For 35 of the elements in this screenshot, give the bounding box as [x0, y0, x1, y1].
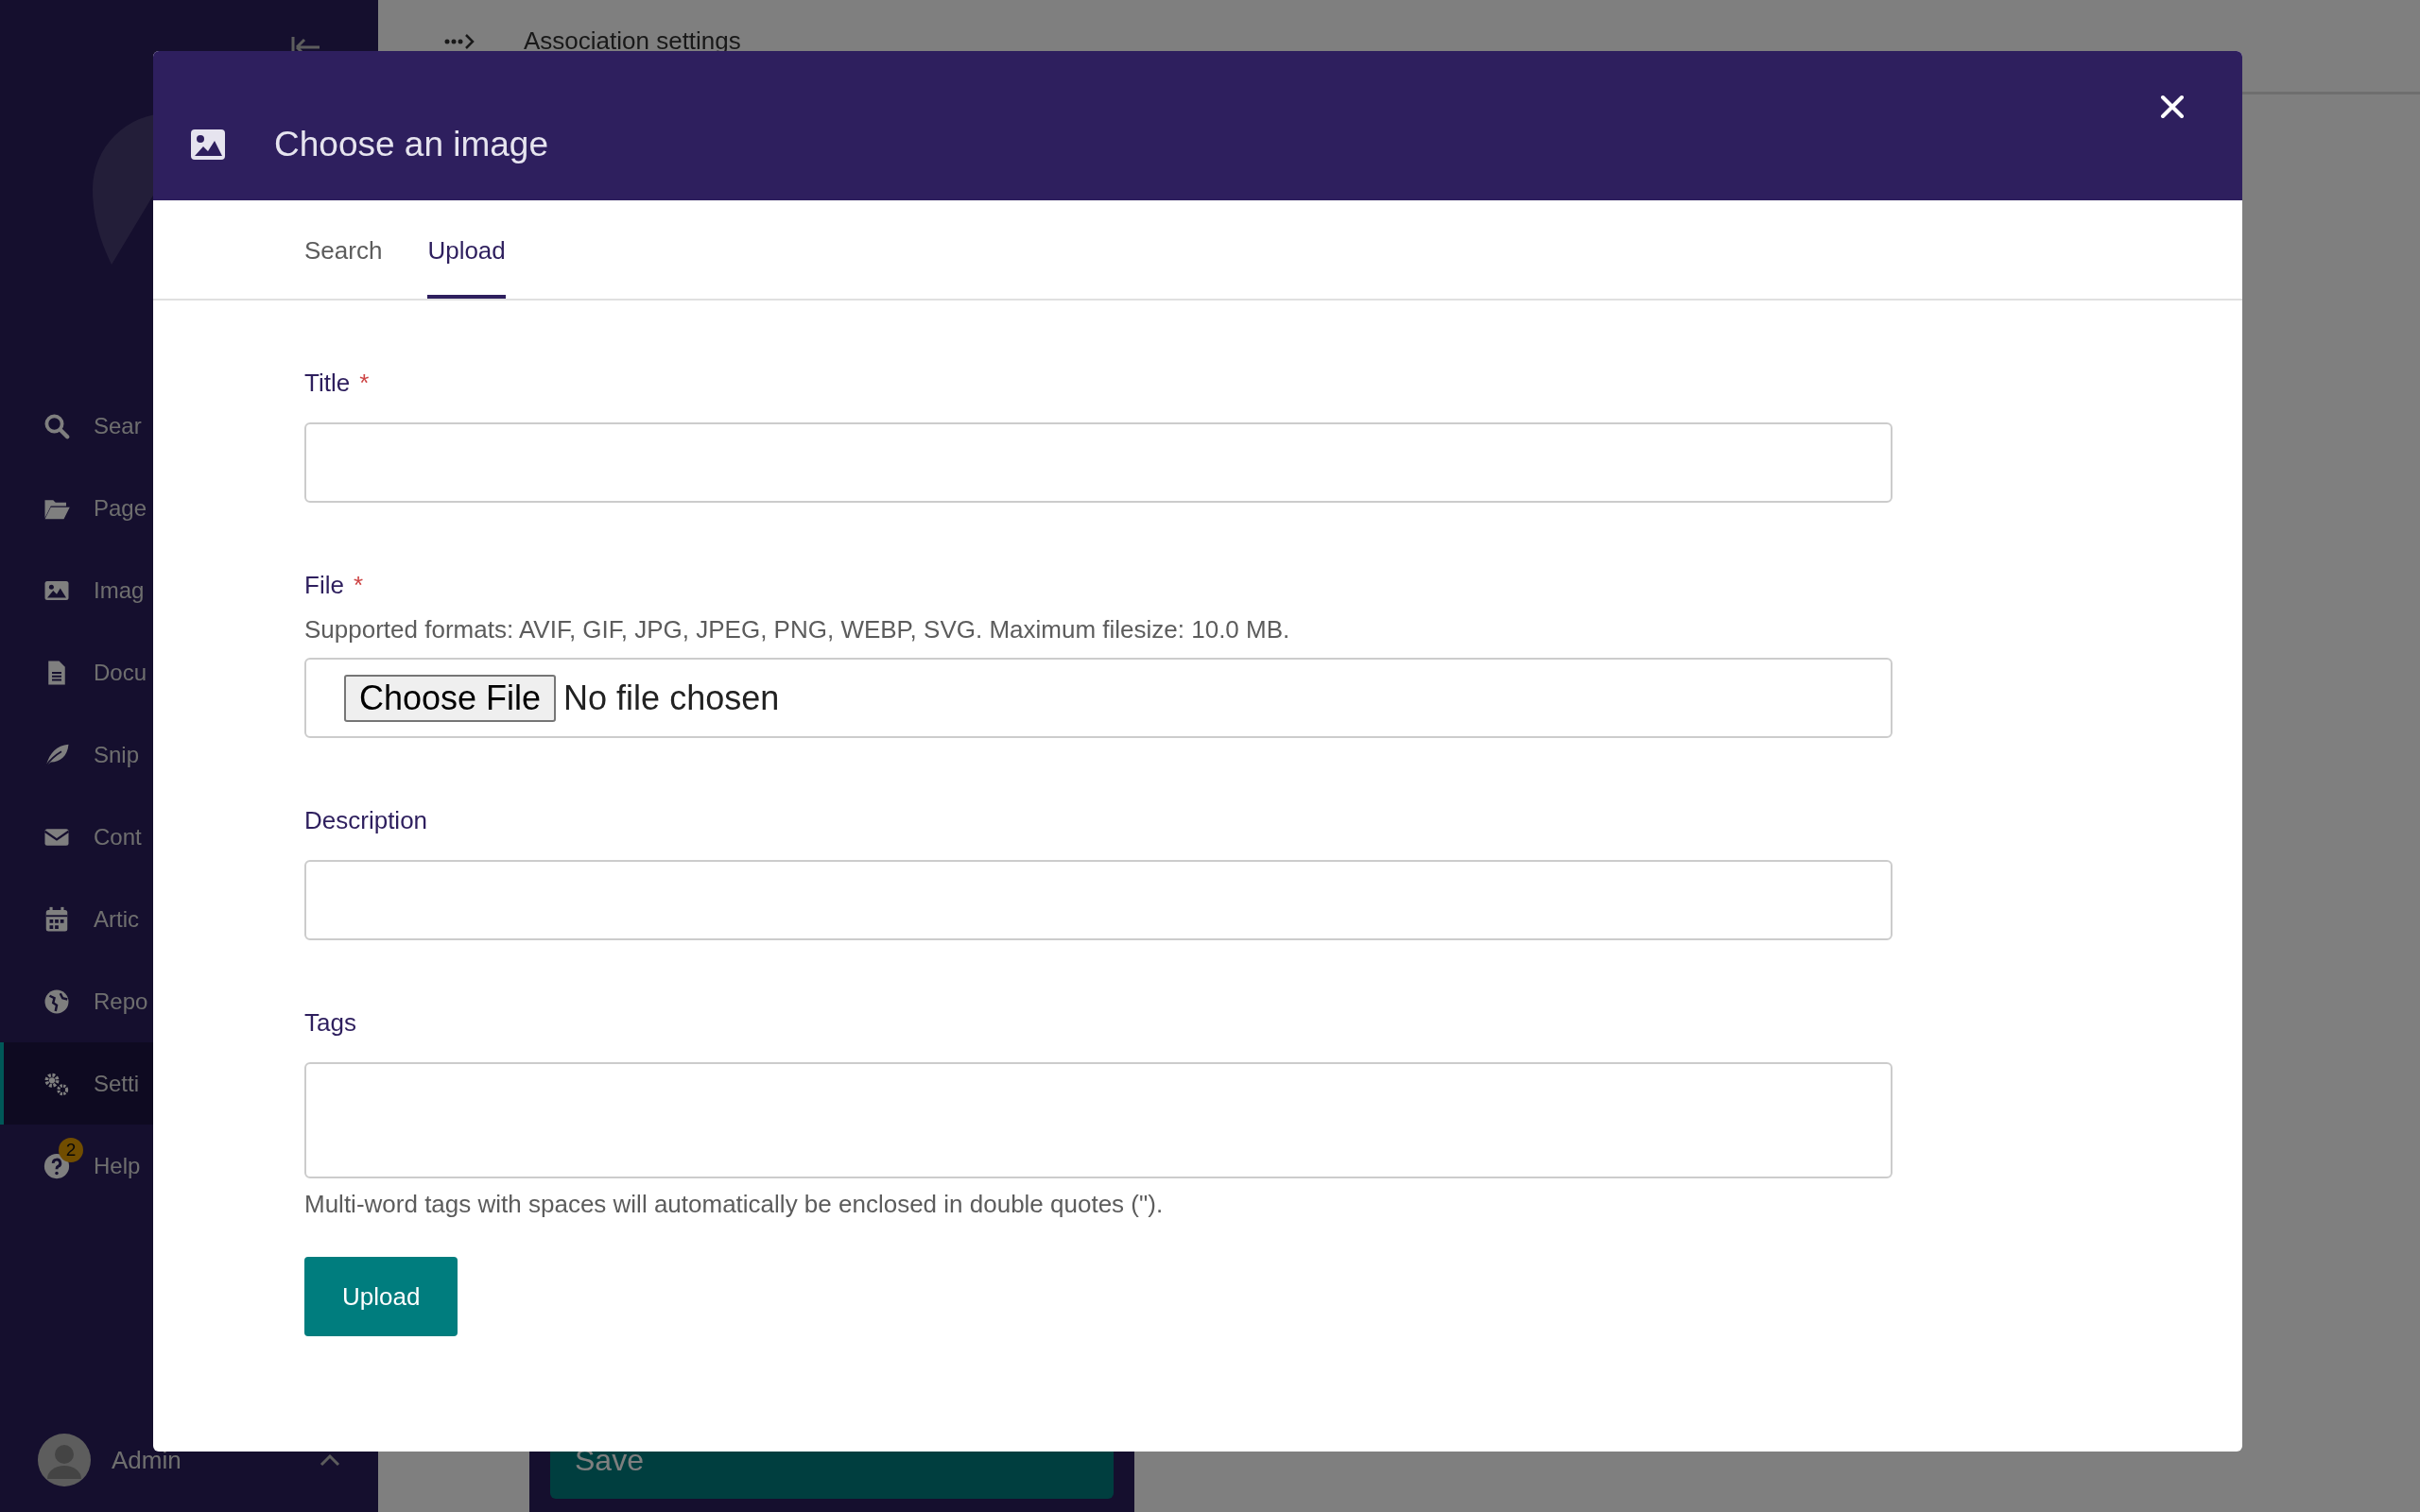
sidebar-item[interactable]: Docu: [0, 631, 153, 713]
file-status: No file chosen: [563, 678, 780, 718]
text-input[interactable]: [304, 860, 1893, 940]
chevron-up-icon[interactable]: [320, 1453, 340, 1467]
field-label: Description: [304, 806, 428, 835]
file-input[interactable]: Choose File No file chosen: [304, 658, 1893, 738]
choose-file-button[interactable]: Choose File: [344, 674, 557, 722]
modal-title: Choose an image: [274, 125, 550, 164]
help-text: Supported formats: AVIF, GIF, JPG, JPEG, PNG, WEBP, SVG. Maximum filesize: 10.0 MB.: [304, 615, 1291, 644]
sidebar-item[interactable]: Page: [0, 467, 153, 549]
sidebar-item[interactable]: Snip: [0, 713, 153, 796]
breadcrumb-expand-icon[interactable]: [444, 31, 476, 51]
sidebar-item[interactable]: Repo: [0, 960, 153, 1042]
tab[interactable]: Search: [304, 200, 383, 299]
avatar-icon[interactable]: [38, 1434, 91, 1486]
image-icon: [191, 129, 225, 160]
tags-input[interactable]: [304, 1062, 1893, 1178]
required-mark: *: [359, 369, 370, 398]
sidebar-item[interactable]: Cont: [0, 796, 153, 878]
sidebar-item[interactable]: Imag: [0, 549, 153, 631]
close-icon[interactable]: [2159, 94, 2186, 120]
field-label: Tags: [304, 1008, 356, 1038]
tab[interactable]: Upload: [427, 200, 506, 299]
sidebar-item[interactable]: Setti: [0, 1042, 153, 1125]
help-text: Multi-word tags with spaces will automatically be enclosed in double quotes (").: [304, 1190, 1165, 1219]
text-input[interactable]: [304, 422, 1893, 503]
user-name[interactable]: Admin: [112, 1445, 182, 1475]
field-label: Title: [304, 369, 351, 398]
sidebar-item[interactable]: Help 2: [0, 1125, 153, 1207]
sidebar-item[interactable]: Sear: [0, 385, 153, 467]
sidebar-item[interactable]: Artic: [0, 878, 153, 960]
notification-badge: 2: [59, 1138, 83, 1162]
field-label: File: [304, 571, 344, 600]
upload-button[interactable]: Upload: [304, 1257, 458, 1336]
required-mark: *: [353, 571, 364, 600]
